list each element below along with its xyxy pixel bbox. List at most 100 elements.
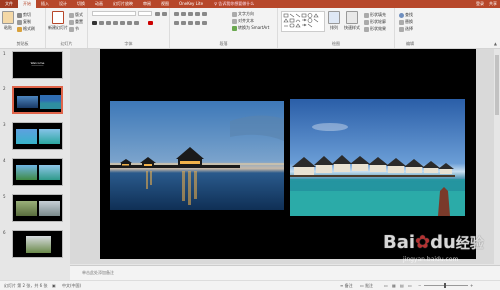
tab-1[interactable]: 开始 [18, 0, 36, 8]
current-slide[interactable] [100, 49, 476, 259]
select-button[interactable]: 选择 [399, 26, 413, 32]
ribbon-tabs: 文件 开始 插入 设计 切换 动画 幻灯片放映 审阅 视图 OneKey Lite ♀ 告诉我你想要… [0, 0, 500, 8]
zoom-slider-thumb[interactable] [444, 283, 446, 288]
slide-image-left[interactable] [110, 101, 284, 210]
thumbnail-image [39, 129, 60, 144]
strikethrough-icon[interactable] [120, 21, 125, 25]
slide-thumbnail-5[interactable] [12, 194, 63, 222]
shape-fill-button[interactable]: 形状填充 [364, 12, 386, 18]
paste-button[interactable]: 粘贴 [2, 11, 14, 31]
tab-4[interactable]: 切换 [72, 0, 90, 8]
collapse-ribbon-icon[interactable]: ▲ [494, 41, 497, 46]
paint-bucket-icon [364, 12, 369, 18]
tab-8[interactable]: 视图 [156, 0, 174, 8]
shadow-icon[interactable] [113, 21, 118, 25]
decrease-font-icon[interactable] [162, 12, 167, 16]
numbering-icon[interactable] [181, 12, 186, 16]
language-indicator[interactable]: 中文(中国) [62, 283, 81, 289]
zoom-out-icon[interactable]: − [418, 283, 421, 288]
bold-icon[interactable] [92, 21, 97, 25]
clipboard-group: 粘贴 剪切 复制 格式刷 剪贴板 [0, 8, 46, 48]
tell-me-search[interactable]: ♀ 告诉我你想要做什么 [214, 1, 254, 7]
paw-icon: ✿ [415, 232, 431, 253]
copy-icon [17, 19, 22, 25]
new-slide-icon [52, 11, 64, 24]
underline-icon[interactable] [106, 21, 111, 25]
watermark-url: jingyan.baidu.com [403, 256, 459, 263]
shape-effects-label: 形状效果 [370, 26, 386, 31]
align-center-icon[interactable] [181, 21, 186, 25]
scrollbar-thumb[interactable] [495, 55, 499, 115]
reset-button[interactable]: 重置 [69, 19, 83, 25]
shape-effects-button[interactable]: 形状效果 [364, 26, 386, 32]
format-painter-button[interactable]: 格式刷 [17, 26, 35, 32]
align-right-icon[interactable] [188, 21, 193, 25]
align-left-icon[interactable] [174, 21, 179, 25]
change-case-icon[interactable] [134, 21, 139, 25]
copy-button[interactable]: 复制 [17, 19, 31, 25]
notes-toggle[interactable]: ≡ 备注 [340, 283, 353, 289]
slide-thumbnail-3[interactable] [12, 122, 63, 150]
effects-icon [364, 26, 369, 32]
zoom-slider[interactable] [424, 283, 468, 288]
tab-5[interactable]: 动画 [90, 0, 108, 8]
tab-9[interactable]: OneKey Lite [174, 0, 208, 8]
slide-image-right[interactable] [290, 99, 465, 216]
slide-thumbnail-1[interactable]: Welcome ━━━━━━━━━━ [12, 51, 63, 79]
tab-0[interactable]: 文件 [0, 0, 18, 8]
char-spacing-icon[interactable] [127, 21, 132, 25]
slide-number: 3 [3, 122, 6, 127]
comments-toggle[interactable]: ▭ 批注 [360, 283, 373, 289]
font-color-icon[interactable] [148, 21, 153, 25]
align-text-button[interactable]: 对齐文本 [232, 18, 254, 24]
increase-font-icon[interactable] [155, 12, 160, 16]
font-size-input[interactable] [138, 11, 152, 16]
zoom-in-icon[interactable]: + [470, 283, 473, 288]
convert-smartart-button[interactable]: 转换为 SmartArt [232, 25, 269, 31]
italic-icon[interactable] [99, 21, 104, 25]
layout-button[interactable]: 版式 [69, 12, 83, 18]
reading-view-icon[interactable]: ▤ [400, 283, 404, 288]
share-button[interactable]: 共享 [489, 0, 497, 8]
watermark-brand-suffix: du [430, 232, 456, 253]
increase-indent-icon[interactable] [195, 12, 200, 16]
quick-styles-icon [346, 11, 358, 24]
font-name-input[interactable] [92, 11, 136, 16]
login-button[interactable]: 登录 [476, 0, 484, 8]
scissors-icon [17, 12, 22, 18]
slide-thumbnail-2[interactable] [12, 86, 63, 114]
arrange-button[interactable]: 排列 [328, 11, 340, 31]
slide-sorter-icon[interactable]: ▦ [392, 283, 396, 288]
tab-3[interactable]: 设计 [54, 0, 72, 8]
paragraph-group: 文字方向 对齐文本 转换为 SmartArt 段落 [170, 8, 278, 48]
ribbon: 粘贴 剪切 复制 格式刷 剪贴板 新建幻灯片 版式 重置 节 幻灯片 字体 文字… [0, 8, 500, 49]
cut-button[interactable]: 剪切 [17, 12, 31, 18]
tab-7[interactable]: 审阅 [138, 0, 156, 8]
find-button[interactable]: 查找 [399, 12, 413, 18]
normal-view-icon[interactable]: ▭ [384, 283, 388, 288]
shape-outline-button[interactable]: 形状轮廓 [364, 19, 386, 25]
text-direction-button[interactable]: 文字方向 [232, 11, 254, 17]
tab-2[interactable]: 插入 [36, 0, 54, 8]
new-slide-button[interactable]: 新建幻灯片 [48, 11, 68, 31]
justify-icon[interactable] [195, 21, 200, 25]
slide-thumbnail-4[interactable] [12, 158, 63, 186]
notes-toggle-label: 备注 [344, 283, 353, 288]
proofing-icon[interactable]: ▣ [52, 283, 56, 288]
columns-icon[interactable] [202, 21, 207, 25]
text-direction-label: 文字方向 [238, 11, 254, 16]
quick-styles-label: 快速样式 [344, 25, 360, 30]
slideshow-icon[interactable]: ▭ [408, 283, 412, 288]
shapes-gallery[interactable] [281, 11, 325, 32]
format-painter-label: 格式刷 [23, 26, 35, 31]
decrease-indent-icon[interactable] [188, 12, 193, 16]
replace-button[interactable]: 替换 [399, 19, 413, 25]
slide-thumbnail-6[interactable] [12, 230, 63, 258]
quick-styles-button[interactable]: 快速样式 [344, 11, 360, 31]
bullets-icon[interactable] [174, 12, 179, 16]
replace-label: 替换 [405, 19, 413, 24]
tab-6[interactable]: 幻灯片放映 [108, 0, 138, 8]
section-button[interactable]: 节 [69, 26, 79, 32]
line-spacing-icon[interactable] [202, 12, 207, 16]
cut-label: 剪切 [23, 12, 31, 17]
